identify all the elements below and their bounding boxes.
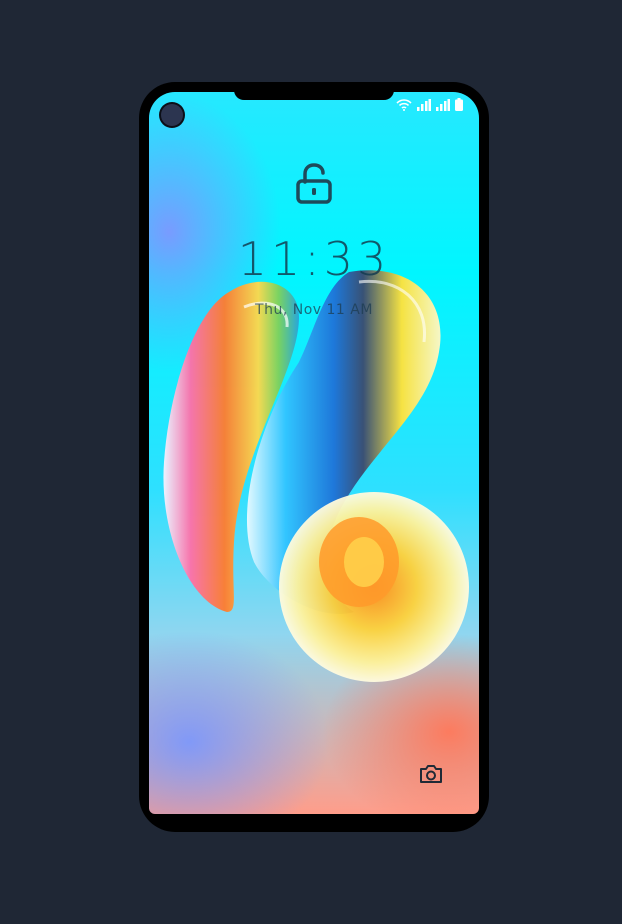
battery-icon [455, 98, 463, 111]
lockscreen-clock: 11:33 [237, 232, 391, 286]
status-bar [396, 95, 463, 111]
signal-icon [436, 99, 450, 111]
wifi-icon [396, 99, 412, 111]
unlocked-padlock-icon[interactable] [294, 162, 334, 206]
display-notch [234, 82, 394, 100]
camera-icon[interactable] [418, 762, 444, 786]
lockscreen-date: Thu, Nov 11 AM [255, 302, 373, 318]
signal-icon [417, 99, 431, 111]
front-camera-hole [161, 104, 183, 126]
